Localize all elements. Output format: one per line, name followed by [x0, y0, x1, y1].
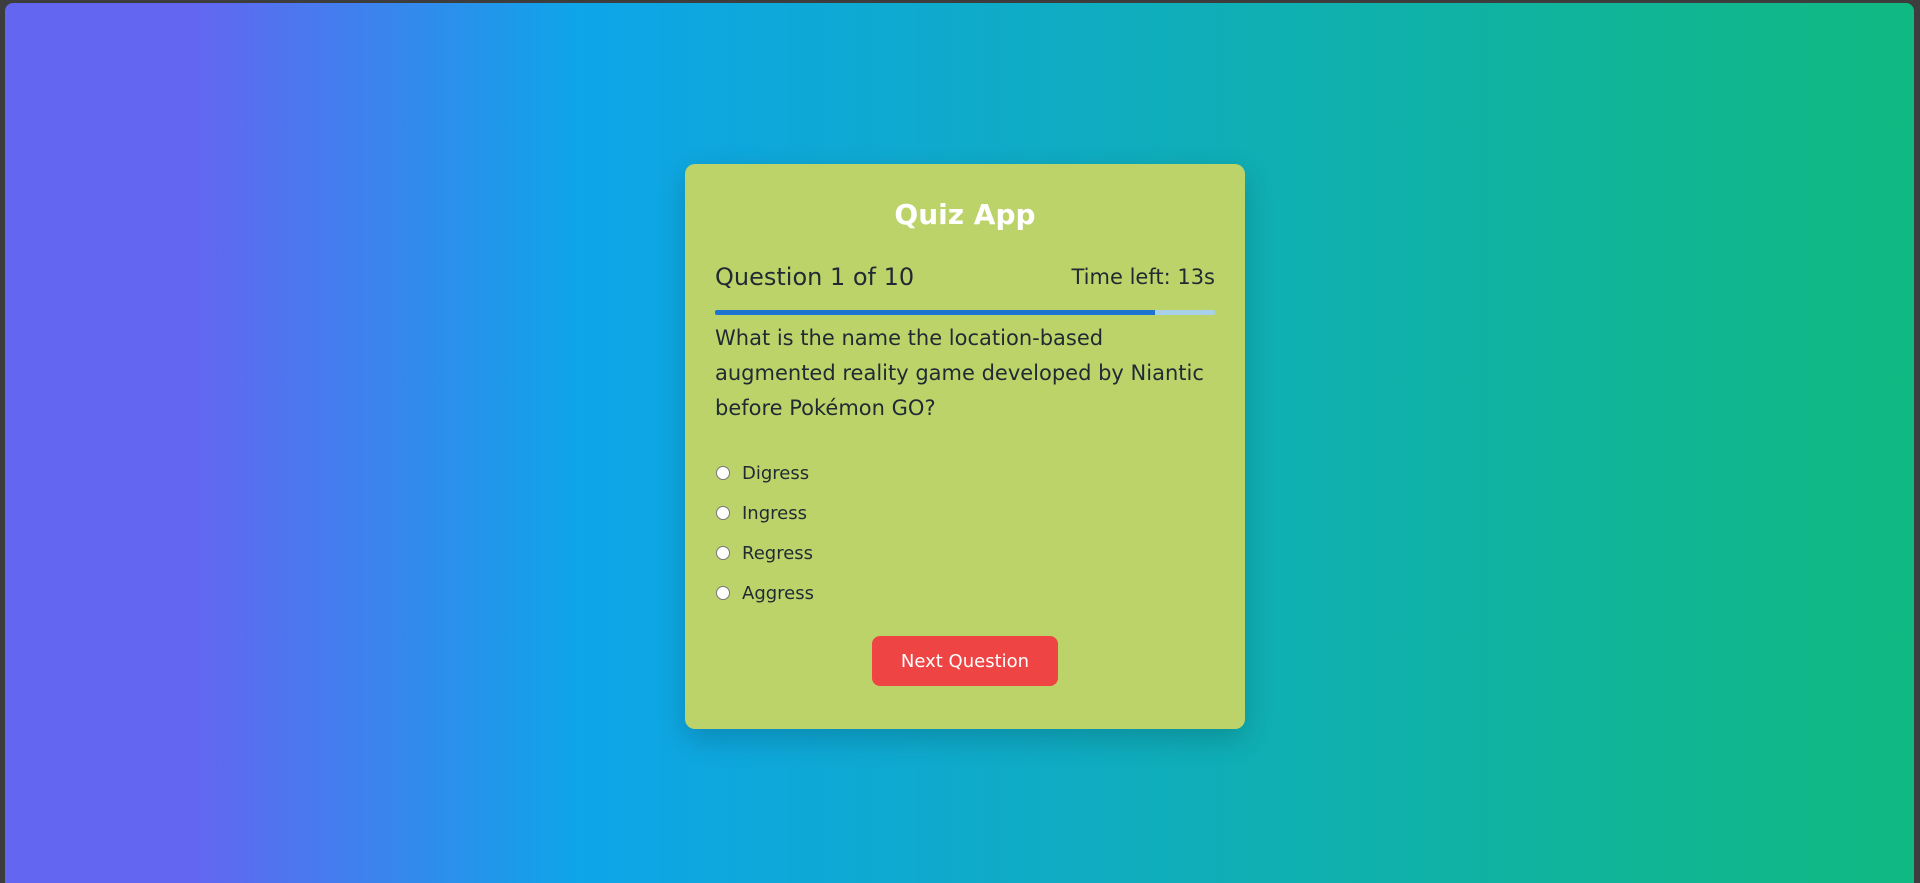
question-text: What is the name the location-based augm…	[715, 326, 1204, 420]
answer-option[interactable]: Digress	[715, 453, 1215, 493]
answer-options: Digress Ingress Regress Aggress	[715, 453, 1215, 613]
answer-option[interactable]: Regress	[715, 533, 1215, 573]
answer-label: Ingress	[742, 502, 807, 524]
answer-radio[interactable]	[716, 466, 730, 480]
answer-radio[interactable]	[716, 586, 730, 600]
quiz-card: Quiz App Question 1 of 10 Time left: 13s…	[685, 164, 1245, 729]
question-counter: Question 1 of 10	[715, 263, 915, 291]
timer-text: Time left: 13s	[1071, 265, 1216, 289]
answer-radio[interactable]	[716, 546, 730, 560]
button-row: Next Question	[715, 636, 1215, 686]
answer-label: Digress	[742, 462, 810, 484]
next-question-button[interactable]: Next Question	[872, 636, 1058, 686]
app-title: Quiz App	[894, 198, 1036, 231]
quiz-meta-row: Question 1 of 10 Time left: 13s	[715, 262, 1215, 292]
answer-radio[interactable]	[716, 506, 730, 520]
answer-option[interactable]: Aggress	[715, 573, 1215, 613]
answer-label: Aggress	[742, 582, 814, 604]
answer-label: Regress	[742, 542, 814, 564]
answer-option[interactable]: Ingress	[715, 493, 1215, 533]
app-background: Quiz App Question 1 of 10 Time left: 13s…	[5, 3, 1914, 883]
timer-progress-bar	[715, 310, 1215, 315]
timer-progress-fill	[715, 310, 1155, 315]
